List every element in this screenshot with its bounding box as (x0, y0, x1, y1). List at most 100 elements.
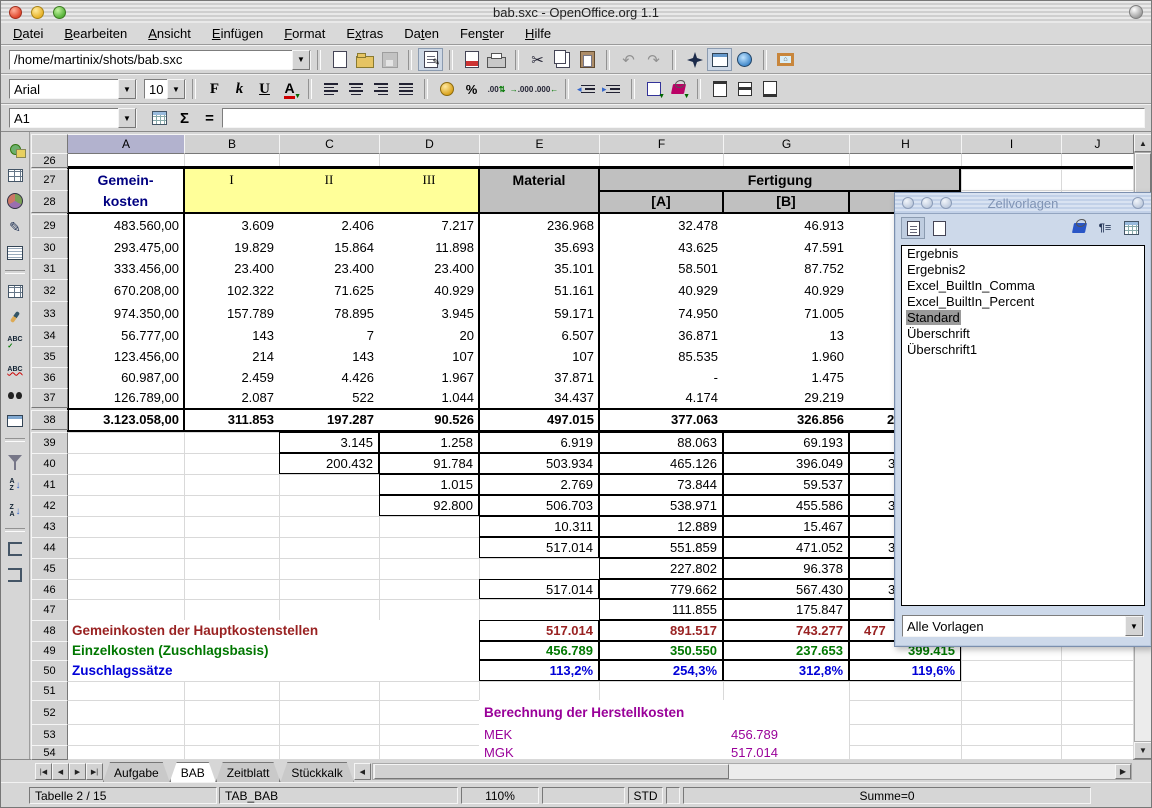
row-header-51[interactable]: 51 (31, 681, 68, 701)
sum-button[interactable]: Σ (172, 107, 197, 130)
fill-format-mode-button[interactable] (1067, 217, 1091, 239)
borders-dropdown-icon[interactable]: ▼ (658, 93, 665, 100)
cell-E42[interactable]: 506.703 (479, 495, 599, 516)
cell-E35[interactable]: 107 (479, 346, 599, 367)
cell-F47[interactable]: 111.855 (599, 599, 723, 620)
currency-format-button[interactable] (434, 78, 459, 101)
url-input[interactable] (10, 52, 292, 67)
cell-E48[interactable]: 517.014 (479, 620, 599, 641)
cell-F38[interactable]: 377.063 (599, 410, 723, 429)
increase-indent-button[interactable]: ▸ (600, 78, 625, 101)
cell-G34[interactable]: 13 (723, 325, 849, 346)
bold-button[interactable]: F (202, 78, 227, 101)
status-mode[interactable]: STD (628, 787, 663, 804)
hyperlink-dialog-button[interactable] (732, 48, 757, 71)
menu-daten[interactable]: Daten (404, 26, 439, 41)
row-header-46[interactable]: 46 (31, 579, 68, 600)
copy-button[interactable] (550, 48, 575, 71)
sort-ascending-button[interactable]: AZ↓ (3, 473, 27, 497)
cell-F27[interactable]: Fertigung (599, 169, 961, 190)
stylist-orb-button[interactable] (1132, 197, 1144, 209)
cell-C35[interactable]: 143 (279, 346, 379, 367)
font-color-dropdown-icon[interactable]: ▼ (294, 93, 301, 100)
style-item-Standard[interactable]: Standard (902, 310, 1144, 326)
row-header-47[interactable]: 47 (31, 599, 68, 621)
row-header-42[interactable]: 42 (31, 495, 68, 517)
cell-E38[interactable]: 497.015 (479, 410, 599, 429)
font-name-dropdown-icon[interactable]: ▼ (118, 79, 136, 99)
new-document-button[interactable] (327, 48, 352, 71)
cell-A30[interactable]: 293.475,00 (67, 237, 184, 258)
edit-file-button[interactable]: ✎ (418, 48, 443, 71)
align-top-button[interactable] (707, 78, 732, 101)
row-header-27[interactable]: 27 (31, 169, 68, 191)
new-style-from-selection-button[interactable]: ¶≡ (1093, 217, 1117, 239)
stylist-title-bar[interactable]: Zellvorlagen (895, 193, 1151, 214)
cell-E44[interactable]: 517.014 (479, 537, 599, 558)
cell-B37[interactable]: 2.087 (184, 388, 279, 407)
cell-F50[interactable]: 254,3% (599, 660, 723, 681)
row-header-52[interactable]: 52 (31, 700, 68, 725)
cut-button[interactable]: ✂ (525, 48, 550, 71)
cell-G35[interactable]: 1.960 (723, 346, 849, 367)
window-orb-icon[interactable] (1129, 5, 1143, 19)
autoformat-button[interactable] (3, 279, 27, 303)
cell-A32[interactable]: 670.208,00 (67, 279, 184, 301)
page-styles-button[interactable] (927, 217, 951, 239)
row-header-26[interactable]: 26 (31, 153, 68, 168)
delete-decimal-button[interactable]: .000← (534, 78, 559, 101)
cell-F30[interactable]: 43.625 (599, 237, 723, 258)
cell-C37[interactable]: 522 (279, 388, 379, 407)
cell-B29[interactable]: 3.609 (184, 214, 279, 237)
horizontal-scrollbar-thumb[interactable] (374, 764, 729, 779)
cell-E40[interactable]: 503.934 (479, 453, 599, 474)
cell-A48[interactable]: Gemeinkosten der Hauptkostenstellen (67, 620, 479, 641)
cell-F35[interactable]: 85.535 (599, 346, 723, 367)
stylist-panel[interactable]: Zellvorlagen ¶≡ ErgebnisErgebnis2Excel_B… (894, 192, 1152, 647)
percent-format-button[interactable]: % (459, 78, 484, 101)
cell-F44[interactable]: 551.859 (599, 537, 723, 558)
cell-B30[interactable]: 19.829 (184, 237, 279, 258)
cell-C33[interactable]: 78.895 (279, 301, 379, 325)
cell-D40[interactable]: 91.784 (379, 453, 479, 474)
font-size-input[interactable] (145, 82, 167, 97)
row-header-35[interactable]: 35 (31, 346, 68, 368)
menu-ansicht[interactable]: Ansicht (148, 26, 191, 41)
underline-button[interactable]: U (252, 78, 277, 101)
cell-C30[interactable]: 15.864 (279, 237, 379, 258)
draw-functions-button[interactable]: ✎ (3, 215, 27, 239)
cell-C29[interactable]: 2.406 (279, 214, 379, 237)
row-header-44[interactable]: 44 (31, 537, 68, 559)
cell-B36[interactable]: 2.459 (184, 367, 279, 388)
row-header-53[interactable]: 53 (31, 724, 68, 746)
cell-F32[interactable]: 40.929 (599, 279, 723, 301)
row-header-49[interactable]: 49 (31, 641, 68, 661)
status-zoom[interactable]: 110% (461, 787, 539, 804)
cell-D41[interactable]: 1.015 (379, 474, 479, 495)
row-header-38[interactable]: 38 (31, 410, 68, 430)
column-header-I[interactable]: I (961, 134, 1062, 154)
ungroup-button[interactable] (3, 563, 27, 587)
cell-F49[interactable]: 350.550 (599, 641, 723, 660)
stylist-button[interactable] (707, 48, 732, 71)
name-box[interactable]: ▼ (9, 108, 137, 128)
cell-C34[interactable]: 7 (279, 325, 379, 346)
cell-F40[interactable]: 465.126 (599, 453, 723, 474)
cell-B32[interactable]: 102.322 (184, 279, 279, 301)
cell-E52[interactable]: Berechnung der Herstellkosten (479, 700, 849, 724)
style-item-Überschrift[interactable]: Überschrift (902, 326, 1144, 342)
row-header-50[interactable]: 50 (31, 660, 68, 682)
input-line[interactable] (222, 108, 1145, 128)
cell-G31[interactable]: 87.752 (723, 258, 849, 279)
cell-G32[interactable]: 40.929 (723, 279, 849, 301)
scroll-right-button[interactable]: ▶ (1115, 764, 1131, 779)
horizontal-scrollbar-track[interactable]: ▶ (372, 763, 1132, 780)
sheet-tab-BAB[interactable]: BAB (170, 762, 216, 782)
row-header-32[interactable]: 32 (31, 279, 68, 302)
cell-C27[interactable]: II (279, 169, 379, 190)
insert-object-button[interactable] (3, 189, 27, 213)
cell-G53[interactable]: 456.789 (723, 724, 849, 745)
scroll-down-button[interactable]: ▼ (1134, 742, 1152, 759)
cell-E41[interactable]: 2.769 (479, 474, 599, 495)
cell-B38[interactable]: 311.853 (184, 410, 279, 429)
